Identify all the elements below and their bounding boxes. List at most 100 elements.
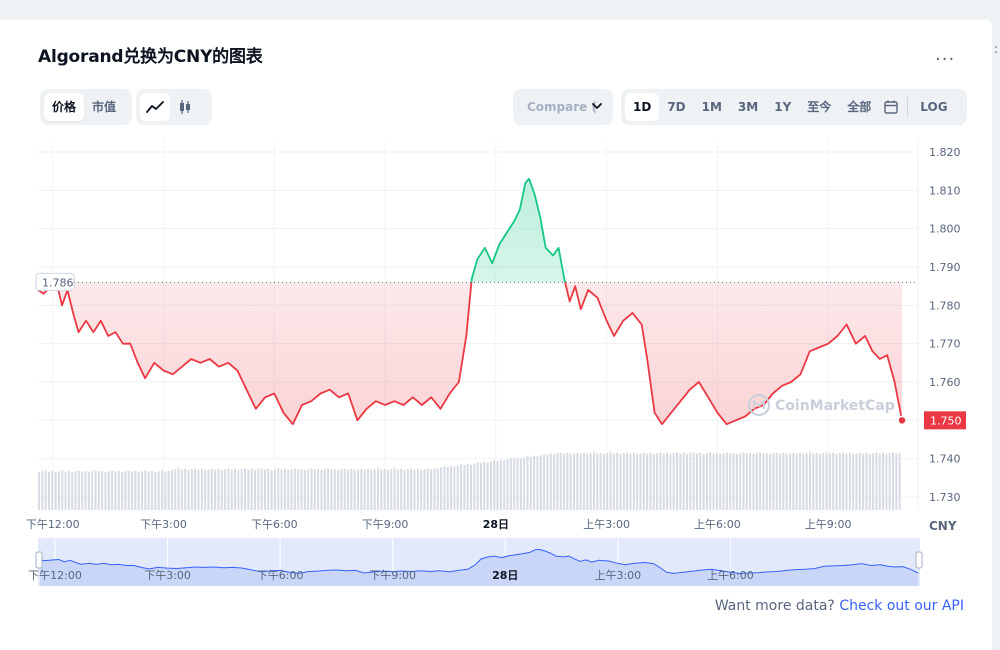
volume-bar [759, 452, 762, 510]
volume-bars [38, 452, 901, 510]
volume-bar [403, 470, 406, 510]
volume-bar [104, 472, 107, 510]
volume-bar [882, 452, 885, 510]
y-tick-label: 1.740 [929, 453, 961, 466]
navigator-tick-label: 下午9:00 [369, 569, 416, 582]
volume-bar [855, 453, 858, 510]
volume-bar [792, 452, 795, 510]
volume-bar [240, 469, 243, 510]
volume-bar [892, 452, 895, 510]
volume-bar [725, 452, 728, 510]
range-navigator[interactable]: 下午12:00 下午3:00 下午6:00 下午9:00 28日 上午3:00 上午6:00 [28, 538, 923, 586]
volume-bar [659, 452, 662, 510]
volume-bar [785, 454, 788, 510]
volume-bar [676, 452, 679, 510]
volume-bar [549, 453, 552, 510]
volume-bar [838, 453, 841, 510]
volume-bar [646, 453, 649, 510]
volume-bar [858, 452, 861, 510]
volume-bar [639, 453, 642, 510]
volume-bar [343, 468, 346, 510]
volume-bar [41, 471, 44, 510]
volume-bar [493, 460, 496, 510]
y-axis-ticks: 1.820 1.810 1.800 1.790 1.780 1.770 1.760 1.750… [929, 146, 961, 504]
navigator-tick-label: 28日 [492, 569, 518, 582]
volume-bar [97, 471, 100, 510]
volume-bar [204, 470, 207, 510]
volume-bar [888, 453, 891, 510]
volume-bar [832, 452, 835, 510]
volume-bar [805, 453, 808, 510]
volume-bar [267, 468, 270, 510]
volume-bar [210, 468, 213, 510]
volume-bar [543, 454, 546, 510]
volume-bar [393, 468, 396, 510]
volume-bar [51, 470, 54, 510]
volume-bar [466, 463, 469, 510]
currency-label: CNY [929, 519, 957, 533]
volume-bar [845, 453, 848, 510]
volume-bar [127, 470, 130, 510]
volume-bar [446, 467, 449, 510]
volume-bar [187, 470, 190, 510]
volume-bar [872, 453, 875, 510]
last-price-tag: 1.750 [924, 411, 966, 430]
y-tick-label: 1.760 [929, 376, 961, 389]
x-tick-label: 上午9:00 [805, 518, 852, 531]
volume-bar [107, 471, 110, 510]
volume-bar [57, 471, 60, 510]
volume-bar [307, 469, 310, 510]
volume-bar [679, 453, 682, 510]
volume-bar [124, 471, 127, 510]
volume-bar [795, 453, 798, 510]
volume-bar [217, 468, 220, 510]
x-tick-label: 下午3:00 [140, 518, 187, 531]
volume-bar [137, 472, 140, 510]
navigator-right-handle[interactable] [915, 551, 923, 569]
navigator-left-handle[interactable] [35, 551, 43, 569]
volume-bar [779, 453, 782, 510]
footer-text: Want more data? [714, 598, 835, 614]
volume-bar [144, 470, 147, 510]
volume-bar [506, 459, 509, 510]
volume-bar [666, 452, 669, 510]
volume-bar [101, 470, 104, 510]
volume-bar [386, 470, 389, 510]
volume-bar [612, 453, 615, 510]
volume-bar [77, 470, 80, 510]
volume-bar [606, 453, 609, 510]
volume-bar [280, 469, 283, 510]
api-link[interactable]: Check out our API [839, 598, 964, 614]
volume-bar [174, 469, 177, 510]
volume-bar [230, 469, 233, 510]
y-tick-label: 1.780 [929, 299, 961, 312]
volume-bar [582, 452, 585, 510]
volume-bar [150, 470, 153, 510]
volume-bar [705, 453, 708, 510]
volume-bar [197, 469, 200, 510]
volume-bar [443, 466, 446, 510]
volume-bar [479, 463, 482, 510]
volume-bar [67, 470, 70, 510]
volume-bar [642, 452, 645, 510]
volume-bar [277, 468, 280, 510]
volume-bar [323, 469, 326, 510]
volume-bar [629, 453, 632, 510]
last-price-dot [897, 415, 907, 426]
volume-bar [227, 468, 230, 510]
volume-bar [147, 471, 150, 510]
volume-bar [430, 469, 433, 510]
edge-fragment: : [994, 42, 999, 56]
volume-bar [416, 468, 419, 510]
volume-bar [413, 469, 416, 510]
volume-bar [812, 453, 815, 510]
volume-bar [842, 452, 845, 510]
volume-bar [44, 470, 47, 510]
x-tick-label: 下午9:00 [362, 518, 409, 531]
volume-bar [609, 452, 612, 510]
volume-bar [220, 470, 223, 510]
volume-bar [303, 470, 306, 510]
volume-bar [476, 462, 479, 510]
volume-bar [769, 454, 772, 510]
volume-bar [244, 468, 247, 510]
